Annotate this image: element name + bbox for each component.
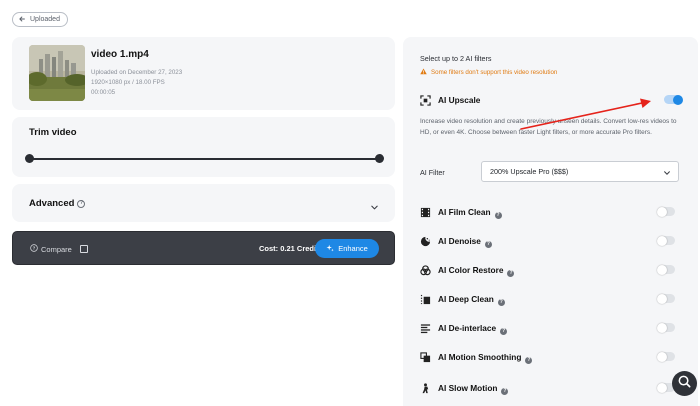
advanced-title: Advanced: [29, 198, 75, 209]
video-specs: 1920×1080 px / 18.00 FPS: [91, 79, 165, 86]
back-button-label: Uploaded: [30, 16, 60, 23]
filter-label: AI Motion Smoothing: [438, 352, 522, 362]
filter-toggle[interactable]: [657, 293, 675, 304]
filter-row-ai-deep-clean[interactable]: AI Deep Clean ?: [420, 292, 690, 306]
filter-toggle[interactable]: [657, 264, 675, 275]
filter-label: AI Film Clean: [438, 207, 491, 217]
trim-start-handle[interactable]: [24, 154, 34, 163]
slow-motion-icon: [420, 382, 431, 394]
filter-label: AI Upscale: [438, 95, 481, 105]
upload-date: Uploaded on December 27, 2023: [91, 69, 183, 76]
compare-label: Compare: [41, 244, 72, 254]
deinterlace-icon: [420, 323, 431, 334]
chevron-down-icon[interactable]: [370, 199, 379, 210]
back-button[interactable]: Uploaded: [12, 12, 68, 27]
filter-toggle[interactable]: [657, 235, 675, 246]
filter-row-ai-color-restore[interactable]: AI Color Restore ?: [420, 263, 690, 277]
warning-text: Some filters don't support this video re…: [431, 69, 558, 76]
ai-filter-value: 200% Upscale Pro ($$$): [490, 167, 569, 176]
svg-text:?: ?: [33, 246, 36, 251]
ai-filter-label: AI Filter: [420, 168, 445, 177]
filter-row-ai-de-interlace[interactable]: AI De-interlace ?: [420, 321, 690, 335]
trim-card: Trim video: [12, 117, 395, 177]
help-icon[interactable]: ?: [525, 357, 533, 364]
resolution-warning: Some filters don't support this video re…: [420, 68, 557, 77]
filter-row-ai-slow-motion[interactable]: AI Slow Motion ?: [420, 381, 690, 395]
filter-label: AI Deep Clean: [438, 294, 494, 304]
filter-label: AI Denoise: [438, 236, 481, 246]
upscale-toggle[interactable]: [664, 94, 683, 105]
filter-row-ai-denoise[interactable]: AI Denoise ?: [420, 234, 690, 248]
action-bar: ? Compare Cost: 0.21 Credits Enhance: [12, 231, 395, 265]
help-icon[interactable]: ?: [484, 241, 492, 248]
filter-row-ai-motion-smoothing[interactable]: AI Motion Smoothing ?: [420, 350, 690, 364]
advanced-section[interactable]: Advanced ?: [12, 184, 395, 222]
motion-smoothing-icon: [420, 351, 431, 363]
help-icon[interactable]: ?: [500, 328, 508, 335]
sparkle-icon: [326, 244, 334, 254]
upscale-icon: [420, 94, 431, 106]
filter-label: AI Slow Motion: [438, 383, 498, 393]
deep-clean-icon: [420, 294, 431, 305]
enhance-button[interactable]: Enhance: [315, 239, 379, 258]
compare-checkbox[interactable]: [79, 245, 88, 253]
help-icon[interactable]: ?: [507, 270, 515, 277]
filter-row-ai-upscale[interactable]: AI Upscale: [420, 93, 690, 107]
filter-toggle[interactable]: [657, 322, 675, 333]
filter-label: AI De-interlace: [438, 323, 497, 333]
trim-track[interactable]: [29, 157, 379, 160]
cost-label: Cost: 0.21 Credits: [259, 244, 323, 253]
help-icon[interactable]: ?: [497, 299, 505, 306]
video-duration: 00:00:05: [91, 89, 116, 96]
warning-icon: [420, 68, 427, 77]
color-restore-icon: [420, 264, 431, 276]
help-icon[interactable]: ?: [77, 199, 86, 208]
help-icon[interactable]: ?: [494, 212, 502, 219]
ai-filters-panel: Select up to 2 AI filters Some filters d…: [403, 37, 698, 406]
trim-end-handle[interactable]: [374, 154, 384, 163]
arrow-left-icon: [18, 15, 26, 25]
film-icon: [420, 207, 431, 218]
help-icon[interactable]: ?: [501, 388, 509, 395]
filter-toggle[interactable]: [657, 206, 675, 217]
trim-title: Trim video: [29, 127, 77, 138]
zoom-search-button[interactable]: [672, 371, 697, 396]
video-title: video 1.mp4: [91, 49, 149, 60]
upscale-description: Increase video resolution and create pre…: [420, 118, 677, 136]
video-info-card: video 1.mp4 Uploaded on December 27, 202…: [12, 37, 395, 110]
search-icon: [677, 374, 692, 394]
filter-toggle[interactable]: [657, 351, 675, 362]
enhance-label: Enhance: [338, 244, 368, 253]
chevron-down-icon: [664, 171, 670, 175]
filter-label: AI Color Restore: [438, 265, 504, 275]
filter-row-ai-film-clean[interactable]: AI Film Clean ?: [420, 205, 690, 219]
filters-heading: Select up to 2 AI filters: [420, 54, 492, 63]
denoise-icon: [420, 236, 431, 247]
compare-help-icon[interactable]: ?: [30, 244, 38, 254]
video-thumbnail[interactable]: [29, 45, 85, 101]
ai-filter-select[interactable]: 200% Upscale Pro ($$$): [481, 161, 679, 182]
